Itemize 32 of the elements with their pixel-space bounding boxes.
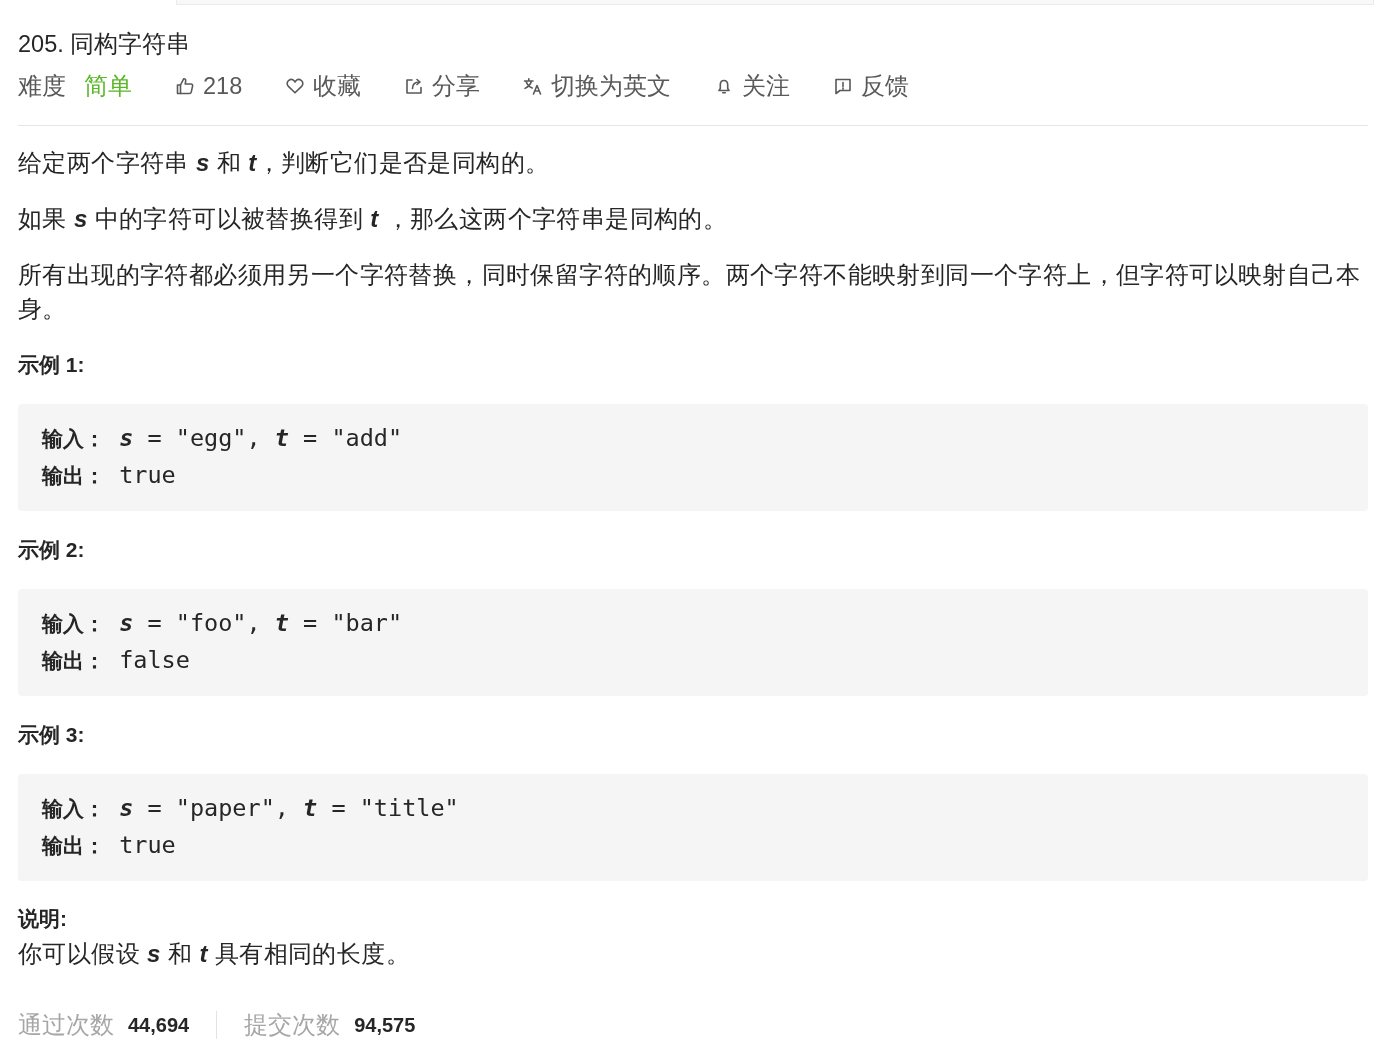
stat-label: 通过次数 <box>18 1011 114 1040</box>
follow-button[interactable]: 关注 <box>714 69 791 103</box>
example-heading: 示例 3: <box>18 722 86 748</box>
problem-title: 205. 同构字符串 <box>18 30 192 59</box>
description-paragraph: 如果 s 中的字符可以被替换得到 t ，那么这两个字符串是同构的。 <box>18 204 729 234</box>
difficulty-value: 简单 <box>84 72 132 101</box>
code-line: 输出： true <box>42 460 177 491</box>
thumbs-up-icon <box>175 76 195 96</box>
code-line: 输入： s = "paper", t = "title" <box>42 793 460 824</box>
translate-icon <box>523 76 544 96</box>
description-paragraph: 所有出现的字符都必须用另一个字符替换，同时保留字符的顺序。两个字符不能映射到同一个字符上，但字符可以映射自己本身。 <box>18 260 1361 324</box>
difficulty-label: 难度 <box>18 72 66 101</box>
stat-value: 94,575 <box>354 1013 416 1038</box>
translate-button[interactable]: 切换为英文 <box>523 69 672 103</box>
code-line: 输出： true <box>42 830 177 861</box>
like-button[interactable]: 218 <box>175 69 243 103</box>
feedback-button[interactable]: 反馈 <box>833 69 910 103</box>
share-button[interactable]: 分享 <box>404 69 481 103</box>
note-text: 你可以假设 s 和 t 具有相同的长度。 <box>18 939 412 969</box>
code-line: 输入： s = "foo", t = "bar" <box>42 608 404 639</box>
note-heading: 说明: <box>18 906 68 932</box>
stat-label: 提交次数 <box>244 1011 341 1040</box>
code-line: 输出： false <box>42 645 191 676</box>
favorite-button[interactable]: 收藏 <box>285 69 362 103</box>
share-icon <box>404 76 425 96</box>
code-line: 输入： s = "egg", t = "add" <box>42 423 404 454</box>
stat-value: 44,694 <box>128 1013 190 1038</box>
example-heading: 示例 1: <box>18 352 86 378</box>
speech-bubble-icon <box>833 76 854 96</box>
example-heading: 示例 2: <box>18 537 86 563</box>
heart-icon <box>285 76 306 96</box>
description-paragraph: 给定两个字符串 s 和 t，判断它们是否是同构的。 <box>18 148 551 178</box>
